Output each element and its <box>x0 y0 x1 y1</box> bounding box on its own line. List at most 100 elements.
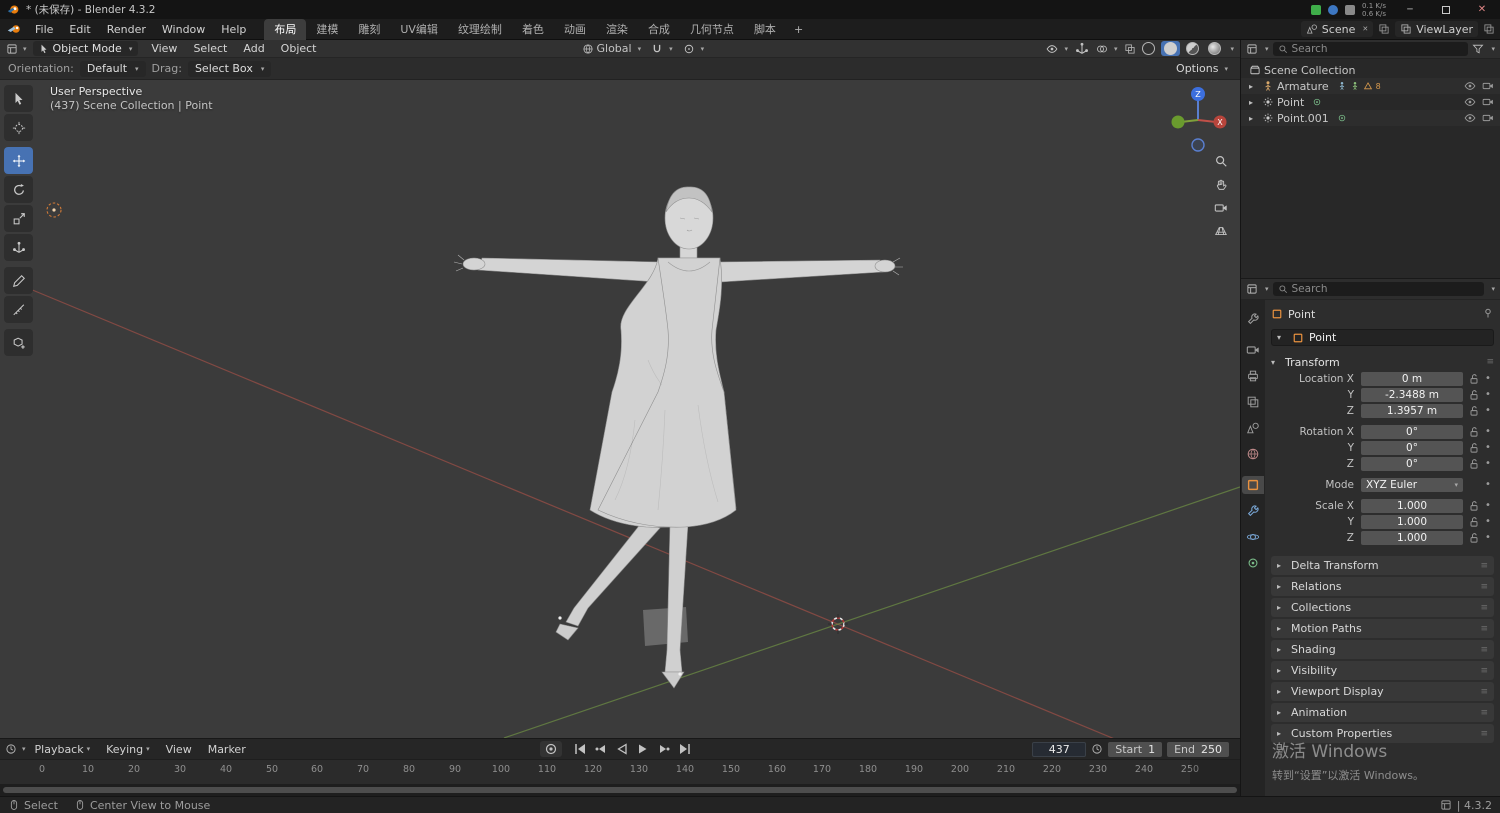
workspace-tab-modeling[interactable]: 建模 <box>306 19 348 40</box>
new-view-layer-icon[interactable] <box>1483 23 1495 35</box>
lock-icon[interactable] <box>1468 405 1480 417</box>
panel-motion-paths[interactable]: ▸ Motion Paths ≡ <box>1271 619 1494 638</box>
jump-to-end-button[interactable] <box>675 741 694 757</box>
timeline-editor-type-icon[interactable] <box>5 743 17 755</box>
outliner-row-armature[interactable]: ▸ Armature 8 <box>1241 78 1500 94</box>
animate-dot[interactable]: • <box>1483 405 1493 416</box>
animate-dot[interactable]: • <box>1483 373 1493 384</box>
tab-render[interactable] <box>1242 341 1264 359</box>
tool-tweak-select-button[interactable] <box>4 85 33 112</box>
tool-scale-button[interactable] <box>4 205 33 232</box>
timeline-menu-view[interactable]: View <box>159 743 199 756</box>
hide-eye-icon[interactable] <box>1464 96 1476 108</box>
tool-move-button[interactable] <box>4 147 33 174</box>
lock-icon[interactable] <box>1468 532 1480 544</box>
shading-solid-button[interactable] <box>1161 41 1181 56</box>
play-reverse-button[interactable] <box>612 741 631 757</box>
hide-eye-icon[interactable] <box>1464 80 1476 92</box>
chevron-down-icon[interactable]: ▾ <box>1491 285 1495 293</box>
properties-editor-type-icon[interactable] <box>1246 283 1258 295</box>
expand-icon[interactable]: ▾ <box>1277 333 1287 342</box>
tab-modifiers[interactable] <box>1242 502 1264 520</box>
panel-visibility[interactable]: ▸ Visibility ≡ <box>1271 661 1494 680</box>
expand-icon[interactable]: ▸ <box>1249 82 1259 91</box>
object-name-field[interactable]: ▾ Point <box>1271 329 1494 346</box>
menu-render[interactable]: Render <box>99 19 154 40</box>
viewport-menu-select[interactable]: Select <box>186 42 234 55</box>
location-x-field[interactable]: 0 m <box>1361 371 1463 386</box>
maximize-button[interactable] <box>1428 0 1464 19</box>
breadcrumb-object-name[interactable]: Point <box>1288 308 1315 321</box>
mode-dropdown[interactable]: Object Mode ▾ <box>32 41 139 56</box>
scale-x-field[interactable]: 1.000 <box>1361 498 1463 513</box>
viewport-editor-type-button[interactable]: ▾ <box>0 43 31 55</box>
current-frame-field[interactable]: 437 <box>1032 741 1087 757</box>
tab-object-data[interactable] <box>1242 554 1264 572</box>
outliner-row-point[interactable]: ▸ Point <box>1241 94 1500 110</box>
panel-relations[interactable]: ▸ Relations ≡ <box>1271 577 1494 596</box>
model-mesh[interactable] <box>430 180 910 720</box>
next-keyframe-button[interactable] <box>654 741 673 757</box>
xray-toggle[interactable] <box>1124 43 1136 55</box>
lock-icon[interactable] <box>1468 458 1480 470</box>
use-preview-range-icon[interactable] <box>1091 743 1103 755</box>
outliner-editor-type-icon[interactable] <box>1246 43 1258 55</box>
workspace-tab-animation[interactable]: 动画 <box>554 19 596 40</box>
panel-shading[interactable]: ▸ Shading ≡ <box>1271 640 1494 659</box>
hide-eye-icon[interactable] <box>1464 112 1476 124</box>
chevron-down-icon[interactable]: ▾ <box>1491 45 1495 53</box>
zoom-button[interactable] <box>1210 150 1232 172</box>
chevron-down-icon[interactable]: ▾ <box>1265 45 1269 53</box>
snapping-dropdown[interactable]: ▾ <box>647 43 677 55</box>
outliner-row-point-001[interactable]: ▸ Point.001 <box>1241 110 1500 126</box>
workspace-tab-texture-paint[interactable]: 纹理绘制 <box>448 19 512 40</box>
lock-icon[interactable] <box>1468 389 1480 401</box>
start-frame-field[interactable]: Start 1 <box>1108 741 1163 757</box>
workspace-tab-geometry-nodes[interactable]: 几何节点 <box>680 19 744 40</box>
rotation-mode-dropdown[interactable]: XYZ Euler ▾ <box>1361 477 1463 492</box>
tool-transform-button[interactable] <box>4 234 33 261</box>
menu-edit[interactable]: Edit <box>61 19 98 40</box>
menu-window[interactable]: Window <box>154 19 213 40</box>
viewport-canvas[interactable]: User Perspective (437) Scene Collection … <box>0 80 1240 738</box>
scrollbar-thumb[interactable] <box>3 787 1237 793</box>
pin-icon[interactable] <box>1482 307 1494 319</box>
camera-view-button[interactable] <box>1210 197 1232 219</box>
workspace-tab-compositing[interactable]: 合成 <box>638 19 680 40</box>
shading-dropdown[interactable]: ▾ <box>1230 45 1234 53</box>
transform-orientation-dropdown[interactable]: Global ▾ <box>578 42 646 55</box>
timeline-scrollbar[interactable] <box>0 784 1240 796</box>
menu-help[interactable]: Help <box>213 19 254 40</box>
lock-icon[interactable] <box>1468 373 1480 385</box>
rotation-y-field[interactable]: 0° <box>1361 440 1463 455</box>
animate-dot[interactable]: • <box>1483 458 1493 469</box>
gizmo-y-axis[interactable] <box>1171 115 1185 129</box>
disable-render-camera-icon[interactable] <box>1482 112 1494 124</box>
minimize-button[interactable]: ─ <box>1392 0 1428 19</box>
outliner-search-input[interactable] <box>1291 43 1464 55</box>
overlays-dropdown[interactable]: ▾ <box>1092 43 1122 55</box>
gizmo-negative-z-axis[interactable] <box>1191 138 1205 152</box>
end-frame-field[interactable]: End 250 <box>1167 741 1229 757</box>
chevron-down-icon[interactable]: ▾ <box>22 745 26 753</box>
viewport-menu-view[interactable]: View <box>144 42 184 55</box>
lock-icon[interactable] <box>1468 516 1480 528</box>
lock-icon[interactable] <box>1468 442 1480 454</box>
animate-dot[interactable]: • <box>1483 479 1493 490</box>
orientation-setting-dropdown[interactable]: Default ▾ <box>79 60 146 77</box>
tool-rotate-button[interactable] <box>4 176 33 203</box>
tab-object[interactable] <box>1242 476 1264 494</box>
chevron-down-icon[interactable]: ▾ <box>1265 285 1269 293</box>
tool-measure-button[interactable] <box>4 296 33 323</box>
play-button[interactable] <box>633 741 652 757</box>
close-button[interactable]: ✕ <box>1464 0 1500 19</box>
workspace-tab-sculpting[interactable]: 雕刻 <box>348 19 390 40</box>
menu-file[interactable]: File <box>27 19 61 40</box>
shading-material-button[interactable] <box>1183 41 1202 56</box>
tool-cursor-button[interactable] <box>4 114 33 141</box>
options-dropdown[interactable]: Options ▾ <box>1176 62 1232 75</box>
drag-setting-dropdown[interactable]: Select Box ▾ <box>187 60 272 77</box>
tab-tool[interactable] <box>1242 310 1264 328</box>
blender-menu-icon[interactable] <box>7 23 22 35</box>
scale-y-field[interactable]: 1.000 <box>1361 514 1463 529</box>
